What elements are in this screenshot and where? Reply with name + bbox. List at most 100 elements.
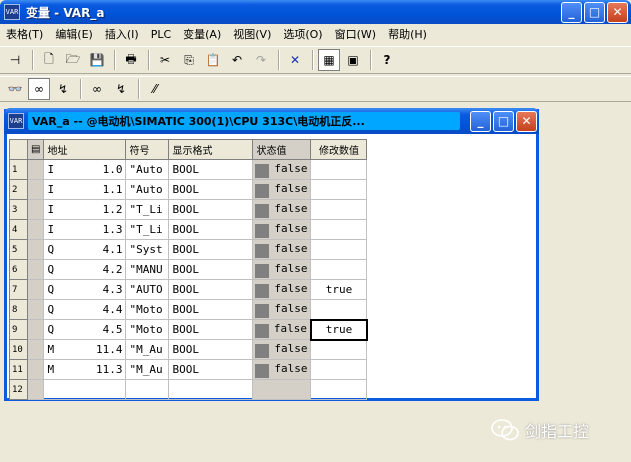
print-icon[interactable]: 🖶 <box>120 49 142 71</box>
delete-icon[interactable]: ✕ <box>284 49 306 71</box>
modify-value-cell[interactable] <box>310 159 368 180</box>
app-title-bar[interactable]: VAR 变量 - VAR_a _ □ ✕ <box>0 0 631 24</box>
symbol-cell[interactable] <box>125 379 170 400</box>
download-icon[interactable]: ▣ <box>342 49 364 71</box>
address-cell[interactable]: Q 4.3 <box>43 279 127 300</box>
address-cell[interactable]: I 1.3 <box>43 219 127 240</box>
undo-icon[interactable]: ↶ <box>226 49 248 71</box>
address-cell[interactable]: M 11.3 <box>43 359 127 380</box>
redo-icon[interactable]: ↷ <box>250 49 272 71</box>
table-row[interactable]: 11 M 11.3 "M_Au BOOL false <box>9 359 368 380</box>
modify-icon[interactable]: ↯ <box>52 78 74 100</box>
row-number[interactable]: 10 <box>9 339 28 360</box>
menu-window[interactable]: 窗口(W) <box>329 26 382 42</box>
network-icon[interactable]: ▦ <box>318 49 340 71</box>
minimize-button[interactable]: _ <box>561 2 582 23</box>
header-modify[interactable]: 修改数值 <box>310 139 368 160</box>
table-row[interactable]: 5 Q 4.1 "Syst BOOL false <box>9 239 368 260</box>
modify-value-cell[interactable] <box>310 379 368 400</box>
table-row[interactable]: 4 I 1.3 "T_Li BOOL false <box>9 219 368 240</box>
child-close-button[interactable]: ✕ <box>516 111 537 132</box>
modify-value-cell[interactable] <box>310 239 368 260</box>
corner-cell[interactable] <box>9 139 28 160</box>
menu-table[interactable]: 表格(T) <box>0 26 49 42</box>
row-number[interactable]: 11 <box>9 359 28 380</box>
address-cell[interactable]: Q 4.5 <box>43 319 127 340</box>
format-cell[interactable]: BOOL <box>168 319 254 340</box>
modify-value-cell[interactable] <box>310 199 368 220</box>
child-app-icon[interactable]: VAR <box>8 113 24 129</box>
table-row[interactable]: 6 Q 4.2 "MANU BOOL false <box>9 259 368 280</box>
table-row[interactable]: 8 Q 4.4 "Moto BOOL false <box>9 299 368 320</box>
symbol-cell[interactable]: "T_Li <box>125 219 170 240</box>
format-cell[interactable]: BOOL <box>168 299 254 320</box>
symbol-cell[interactable]: "AUTO <box>125 279 170 300</box>
row-number[interactable]: 12 <box>9 379 28 400</box>
address-cell[interactable]: Q 4.4 <box>43 299 127 320</box>
format-cell[interactable]: BOOL <box>168 219 254 240</box>
table-row[interactable]: 1 I 1.0 "Auto BOOL false <box>9 159 368 180</box>
table-row[interactable]: 3 I 1.2 "T_Li BOOL false <box>9 199 368 220</box>
header-status[interactable]: 状态值 <box>252 139 312 160</box>
menu-insert[interactable]: 插入(I) <box>99 26 145 42</box>
modify-value-cell[interactable]: true <box>309 318 368 341</box>
format-cell[interactable]: BOOL <box>168 359 254 380</box>
menu-plc[interactable]: PLC <box>145 28 177 41</box>
symbol-cell[interactable]: "Auto <box>125 179 170 200</box>
activate-icon[interactable]: ↯ <box>110 78 132 100</box>
menu-help[interactable]: 帮助(H) <box>382 26 433 42</box>
format-cell[interactable]: BOOL <box>168 179 254 200</box>
symbol-cell[interactable]: "T_Li <box>125 199 170 220</box>
modify-value-cell[interactable] <box>310 219 368 240</box>
format-cell[interactable]: BOOL <box>168 339 254 360</box>
address-cell[interactable]: I 1.1 <box>43 179 127 200</box>
symbol-cell[interactable]: "MANU <box>125 259 170 280</box>
modify-value-cell[interactable] <box>310 259 368 280</box>
pin-icon[interactable]: ⊣ <box>4 49 26 71</box>
child-maximize-button[interactable]: □ <box>493 111 514 132</box>
row-number[interactable]: 3 <box>9 199 28 220</box>
symbol-cell[interactable]: "Moto <box>125 319 170 340</box>
modify-value-cell[interactable] <box>310 299 368 320</box>
format-cell[interactable]: BOOL <box>168 279 254 300</box>
menu-edit[interactable]: 编辑(E) <box>49 26 99 42</box>
address-cell[interactable]: Q 4.1 <box>43 239 127 260</box>
format-cell[interactable]: BOOL <box>168 199 254 220</box>
header-format[interactable]: 显示格式 <box>168 139 254 160</box>
save-icon[interactable]: 💾 <box>86 49 108 71</box>
address-cell[interactable]: M 11.4 <box>43 339 127 360</box>
row-number[interactable]: 8 <box>9 299 28 320</box>
app-icon[interactable]: VAR <box>4 4 20 20</box>
address-cell[interactable]: I 1.2 <box>43 199 127 220</box>
paste-icon[interactable]: 📋 <box>202 49 224 71</box>
symbol-cell[interactable]: "M_Au <box>125 359 170 380</box>
table-row[interactable]: 12 <box>9 379 368 400</box>
new-icon[interactable]: 🗋 <box>38 49 60 71</box>
child-minimize-button[interactable]: _ <box>470 111 491 132</box>
menu-view[interactable]: 视图(V) <box>227 26 277 42</box>
format-cell[interactable]: BOOL <box>168 239 254 260</box>
menu-variable[interactable]: 变量(A) <box>177 26 227 42</box>
row-number[interactable]: 7 <box>9 279 28 300</box>
address-cell[interactable]: Q 4.2 <box>43 259 127 280</box>
format-cell[interactable]: BOOL <box>168 259 254 280</box>
modify-value-cell[interactable]: true <box>310 279 368 300</box>
copy-icon[interactable]: ⎘ <box>178 49 200 71</box>
maximize-button[interactable]: □ <box>584 2 605 23</box>
header-symbol[interactable]: 符号 <box>125 139 170 160</box>
monitor-variables-icon[interactable]: ∞ <box>28 78 50 100</box>
symbol-cell[interactable]: "Auto <box>125 159 170 180</box>
format-cell[interactable]: BOOL <box>168 159 254 180</box>
help-icon[interactable]: ? <box>376 49 398 71</box>
update-icon[interactable]: ∞ <box>86 78 108 100</box>
open-icon[interactable]: 🗁 <box>62 49 84 71</box>
row-number[interactable]: 5 <box>9 239 28 260</box>
row-number[interactable]: 4 <box>9 219 28 240</box>
format-cell[interactable] <box>168 379 254 400</box>
header-address[interactable]: 地址 <box>43 139 127 160</box>
force-icon[interactable]: ⁄⁄ <box>144 78 166 100</box>
address-cell[interactable]: I 1.0 <box>43 159 127 180</box>
cut-icon[interactable]: ✂ <box>154 49 176 71</box>
modify-value-cell[interactable] <box>310 179 368 200</box>
table-row[interactable]: 10 M 11.4 "M_Au BOOL false <box>9 339 368 360</box>
